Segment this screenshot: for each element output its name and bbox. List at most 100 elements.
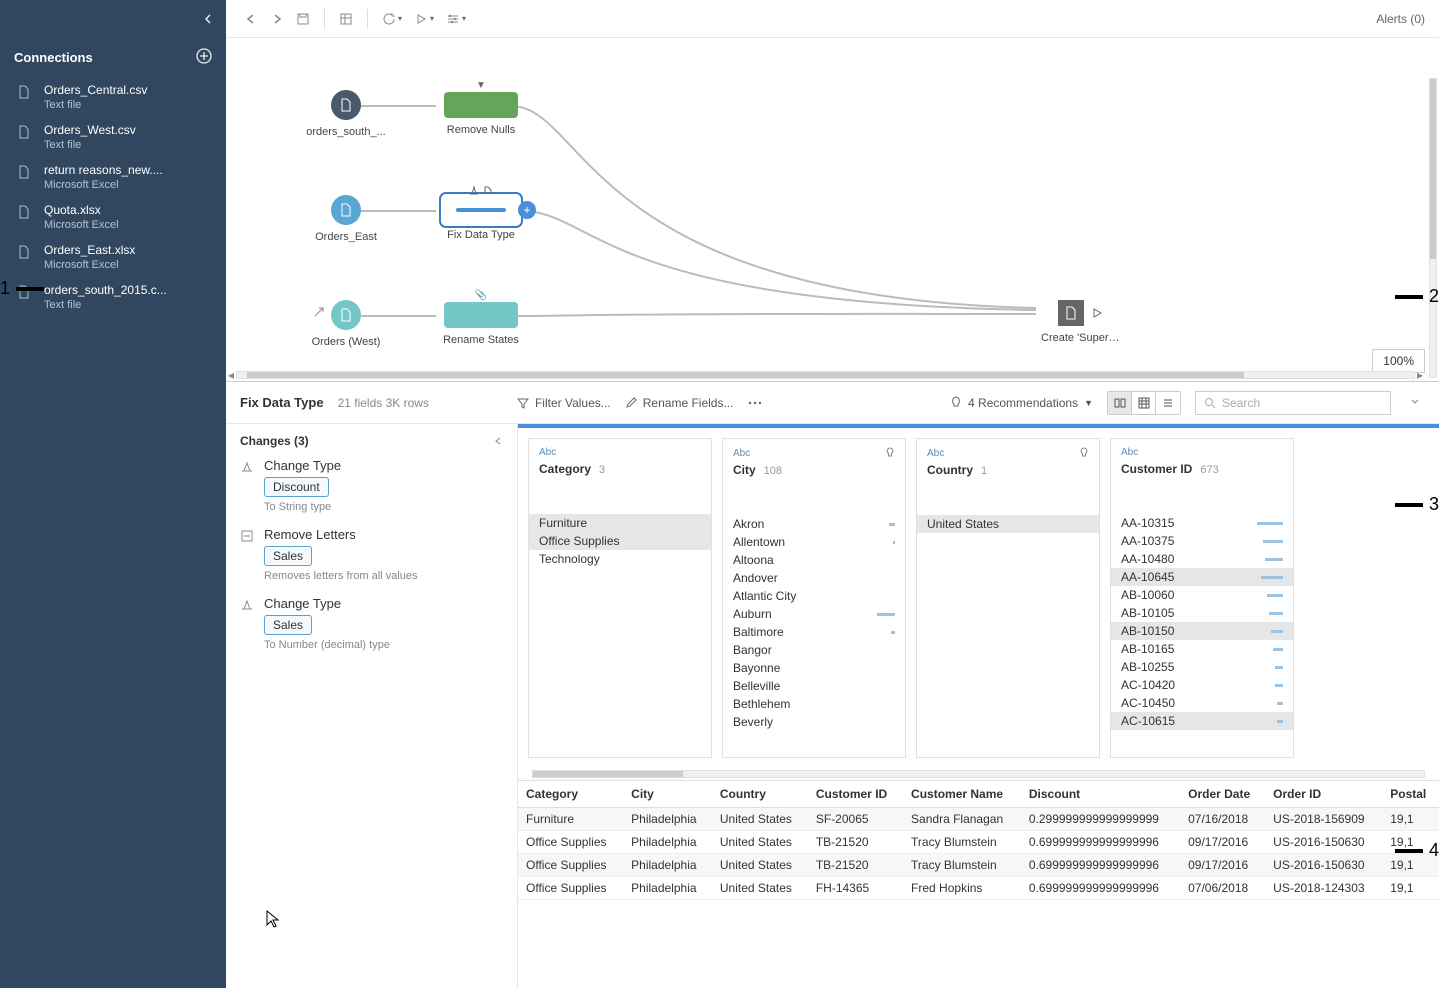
- flow-input-node[interactable]: orders_south_...: [306, 90, 386, 138]
- sidebar-collapse-bar[interactable]: [0, 0, 226, 38]
- flow-input-node[interactable]: Orders (West): [306, 300, 386, 348]
- filter-values-button[interactable]: Filter Values...: [517, 396, 611, 410]
- alerts-button[interactable]: Alerts (0): [1376, 12, 1425, 26]
- profile-card[interactable]: Abc Category 3 Furniture Office Supplies…: [528, 438, 712, 758]
- connection-item[interactable]: return reasons_new.... Microsoft Excel: [0, 157, 226, 197]
- profile-value[interactable]: AC-10615: [1111, 712, 1293, 730]
- collapse-button[interactable]: [1405, 391, 1425, 414]
- profile-value[interactable]: Baltimore: [723, 623, 905, 641]
- profile-value[interactable]: United States: [917, 515, 1099, 533]
- profile-card[interactable]: Abc Country 1 United States: [916, 438, 1100, 758]
- connection-name: Orders_West.csv: [44, 123, 136, 137]
- profile-value[interactable]: Bayonne: [723, 659, 905, 677]
- profile-value[interactable]: AA-10315: [1111, 514, 1293, 532]
- profile-value[interactable]: AA-10480: [1111, 550, 1293, 568]
- undo-button[interactable]: [240, 8, 262, 30]
- grid-row[interactable]: Office SuppliesPhiladelphiaUnited States…: [518, 831, 1439, 854]
- change-item[interactable]: Remove Letters Sales Removes letters fro…: [240, 527, 503, 582]
- chevron-left-icon[interactable]: [493, 436, 503, 446]
- change-title: Change Type: [264, 458, 341, 473]
- lightbulb-icon[interactable]: [885, 447, 895, 459]
- rename-fields-button[interactable]: Rename Fields...: [625, 396, 734, 410]
- grid-view-button[interactable]: [1132, 392, 1156, 414]
- profile-value[interactable]: Andover: [723, 569, 905, 587]
- profile-card[interactable]: Abc Customer ID 673 AA-10315 AA-10375 AA…: [1110, 438, 1294, 758]
- run-button[interactable]: ▾: [410, 8, 438, 30]
- profile-value[interactable]: Altoona: [723, 551, 905, 569]
- grid-header[interactable]: City: [623, 781, 712, 808]
- flow-hscroll[interactable]: ◂▸: [226, 369, 1425, 381]
- profile-value[interactable]: Belleville: [723, 677, 905, 695]
- change-item[interactable]: Change Type Sales To Number (decimal) ty…: [240, 596, 503, 651]
- profile-view-button[interactable]: [1108, 392, 1132, 414]
- profile-value[interactable]: AC-10450: [1111, 694, 1293, 712]
- profile-value[interactable]: Atlantic City: [723, 587, 905, 605]
- grid-header[interactable]: Category: [518, 781, 623, 808]
- more-options-button[interactable]: [747, 397, 763, 409]
- grid-header[interactable]: Order ID: [1265, 781, 1382, 808]
- profile-value[interactable]: AA-10645: [1111, 568, 1293, 586]
- change-field-pill: Sales: [264, 615, 312, 635]
- connection-item[interactable]: Orders_West.csv Text file: [0, 117, 226, 157]
- recommendations-button[interactable]: 4 Recommendations ▼: [950, 396, 1093, 410]
- grid-row[interactable]: Office SuppliesPhiladelphiaUnited States…: [518, 854, 1439, 877]
- save-button[interactable]: [292, 8, 314, 30]
- flow-output-node[interactable]: Create 'Supers...: [1036, 300, 1126, 344]
- flow-pane[interactable]: orders_south_... Orders_East Orders (Wes…: [226, 38, 1439, 382]
- profile-card[interactable]: Abc City 108 Akron Allentown Altoona And…: [722, 438, 906, 758]
- field-name: Customer ID: [1121, 462, 1192, 476]
- chevron-left-icon: [202, 13, 214, 25]
- type-icon: [240, 598, 254, 612]
- filter-icon: ▼: [476, 80, 486, 91]
- profile-value[interactable]: Auburn: [723, 605, 905, 623]
- profile-value[interactable]: Akron: [723, 515, 905, 533]
- flow-input-node[interactable]: Orders_East: [306, 195, 386, 243]
- profile-value[interactable]: AA-10375: [1111, 532, 1293, 550]
- search-input[interactable]: Search: [1195, 391, 1391, 415]
- connection-item[interactable]: Quota.xlsx Microsoft Excel: [0, 197, 226, 237]
- connection-item[interactable]: Orders_Central.csv Text file: [0, 77, 226, 117]
- add-connection-button[interactable]: [196, 48, 212, 67]
- profile-value[interactable]: Allentown: [723, 533, 905, 551]
- profile-value[interactable]: AB-10105: [1111, 604, 1293, 622]
- profile-value[interactable]: Furniture: [529, 514, 711, 532]
- grid-header[interactable]: Customer Name: [903, 781, 1021, 808]
- flow-step-node-selected[interactable]: + Fix Data Type: [436, 197, 526, 241]
- grid-header[interactable]: Postal: [1382, 781, 1439, 808]
- profile-value[interactable]: AB-10255: [1111, 658, 1293, 676]
- flow-step-node[interactable]: 📎 Rename States: [436, 302, 526, 346]
- play-icon[interactable]: [1090, 306, 1104, 320]
- profile-hscroll[interactable]: [518, 768, 1439, 780]
- connection-name: Quota.xlsx: [44, 203, 119, 217]
- profile-value[interactable]: AC-10420: [1111, 676, 1293, 694]
- settings-button[interactable]: ▾: [442, 8, 470, 30]
- file-icon: [18, 205, 30, 219]
- redo-button[interactable]: [266, 8, 288, 30]
- link-icon: [314, 306, 324, 320]
- add-step-button[interactable]: +: [518, 201, 536, 219]
- connections-header: Connections: [0, 38, 226, 77]
- profile-value[interactable]: AB-10150: [1111, 622, 1293, 640]
- clip-icon: 📎: [475, 290, 487, 301]
- profile-value[interactable]: AB-10060: [1111, 586, 1293, 604]
- profile-value[interactable]: Beverly: [723, 713, 905, 731]
- profile-value[interactable]: Office Supplies: [529, 532, 711, 550]
- grid-row[interactable]: FurniturePhiladelphiaUnited StatesSF-200…: [518, 808, 1439, 831]
- change-desc: To Number (decimal) type: [264, 639, 390, 651]
- lightbulb-icon[interactable]: [1079, 447, 1089, 459]
- list-view-button[interactable]: [1156, 392, 1180, 414]
- data-button[interactable]: [335, 8, 357, 30]
- grid-row[interactable]: Office SuppliesPhiladelphiaUnited States…: [518, 877, 1439, 900]
- grid-header[interactable]: Customer ID: [808, 781, 903, 808]
- flow-step-node[interactable]: ▼ Remove Nulls: [436, 92, 526, 136]
- profile-value[interactable]: Bangor: [723, 641, 905, 659]
- profile-value[interactable]: Bethlehem: [723, 695, 905, 713]
- grid-header[interactable]: Country: [712, 781, 808, 808]
- profile-value[interactable]: AB-10165: [1111, 640, 1293, 658]
- connection-item[interactable]: Orders_East.xlsx Microsoft Excel: [0, 237, 226, 277]
- grid-header[interactable]: Order Date: [1180, 781, 1265, 808]
- change-item[interactable]: Change Type Discount To String type: [240, 458, 503, 513]
- refresh-button[interactable]: ▾: [378, 8, 406, 30]
- profile-value[interactable]: Technology: [529, 550, 711, 568]
- grid-header[interactable]: Discount: [1021, 781, 1180, 808]
